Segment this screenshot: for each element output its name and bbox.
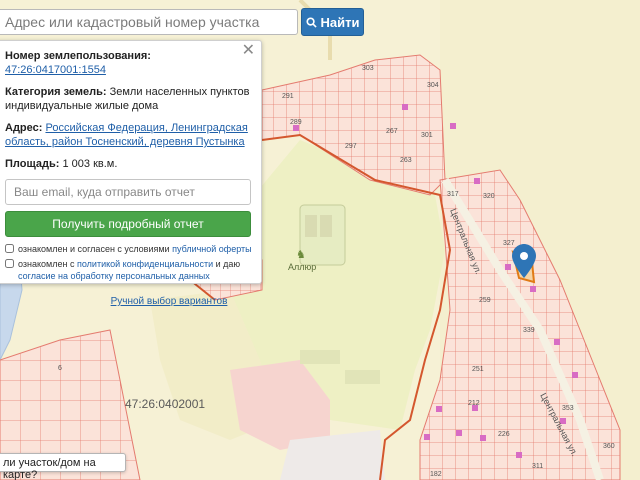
plot-number-label: 263 [400,157,412,164]
plot-number-label: 182 [430,471,442,478]
privacy-consent-mid: и даю [215,259,241,269]
offer-consent-checkbox[interactable] [5,244,14,253]
privacy-policy-link[interactable]: политикой конфиденциальности [77,259,213,269]
area-value: 1 003 кв.м. [62,158,118,170]
plot-number-label: 303 [362,65,374,72]
email-field[interactable] [5,179,251,205]
close-icon[interactable]: ✕ [242,43,255,59]
category-label: Категория земель: [5,86,107,98]
plot-number-label: 226 [498,431,510,438]
place-label: Аллюр [288,262,316,272]
data-processing-consent-link[interactable]: согласие на обработку персональных данны… [18,271,210,281]
plot-number-label: 353 [562,405,574,412]
land-use-number-link[interactable]: 47:26:0417001:1554 [5,64,106,76]
building-block-1 [305,215,317,237]
plot-number-label: 327 [503,240,515,247]
public-offer-link[interactable]: публичной оферты [172,244,252,254]
manual-selection-link[interactable]: Ручной выбор вариантов [85,296,253,307]
horse-icon: ♞ [296,249,306,261]
cadastral-block-label: 47:26:0402001 [125,397,205,411]
plot-on-map-question-tab[interactable]: ли участок/дом на карте? [0,453,126,480]
plot-number-label: 360 [603,443,615,450]
plot-number-label: 6 [58,365,62,372]
plot-number-label: 317 [447,191,459,198]
plot-number-label: 339 [523,327,535,334]
plot-number-label: 289 [290,119,302,126]
land-use-label: Номер землепользования: [5,50,151,62]
search-input[interactable] [0,9,298,35]
building-block-3 [300,350,340,364]
land-use-row: Номер землепользования: 47:26:0417001:15… [5,49,253,77]
privacy-consent[interactable]: ознакомлен с политикой конфиденциальност… [5,258,253,282]
plot-number-label: 311 [532,463,543,470]
privacy-consent-checkbox[interactable] [5,259,14,268]
plot-number-label: 301 [421,132,433,139]
search-button-label: Найти [320,14,360,30]
offer-consent-prefix: ознакомлен и согласен с условиями [18,244,170,254]
area-label: Площадь: [5,158,60,170]
building-block-4 [345,370,380,384]
plot-number-label: 267 [386,128,398,135]
plot-info-panel: ✕ Номер землепользования: 47:26:0417001:… [0,40,262,307]
address-link[interactable]: Российская Федерация, Ленинградская обла… [5,122,248,148]
plot-number-label: 291 [282,93,294,100]
plot-number-label: 212 [468,400,480,407]
search-icon [305,16,317,28]
category-row: Категория земель: Земли населенных пункт… [5,85,253,113]
get-report-button[interactable]: Получить подробный отчет [5,211,251,237]
privacy-consent-prefix: ознакомлен с [18,259,75,269]
offer-consent-text: ознакомлен и согласен с условиями публич… [18,243,252,255]
plot-number-label: 320 [483,193,495,200]
offer-consent[interactable]: ознакомлен и согласен с условиями публич… [5,243,253,255]
plot-number-label: 297 [345,143,357,150]
area-row: Площадь: 1 003 кв.м. [5,157,253,171]
plot-number-label: 259 [479,297,491,304]
building-block-2 [320,215,332,237]
plot-number-label: 304 [427,82,439,89]
address-label: Адрес: [5,122,43,134]
address-row: Адрес: Российская Федерация, Ленинградск… [5,121,253,149]
plot-number-label: 251 [472,366,484,373]
search-button[interactable]: Найти [301,8,364,36]
privacy-consent-text: ознакомлен с политикой конфиденциальност… [18,258,253,282]
